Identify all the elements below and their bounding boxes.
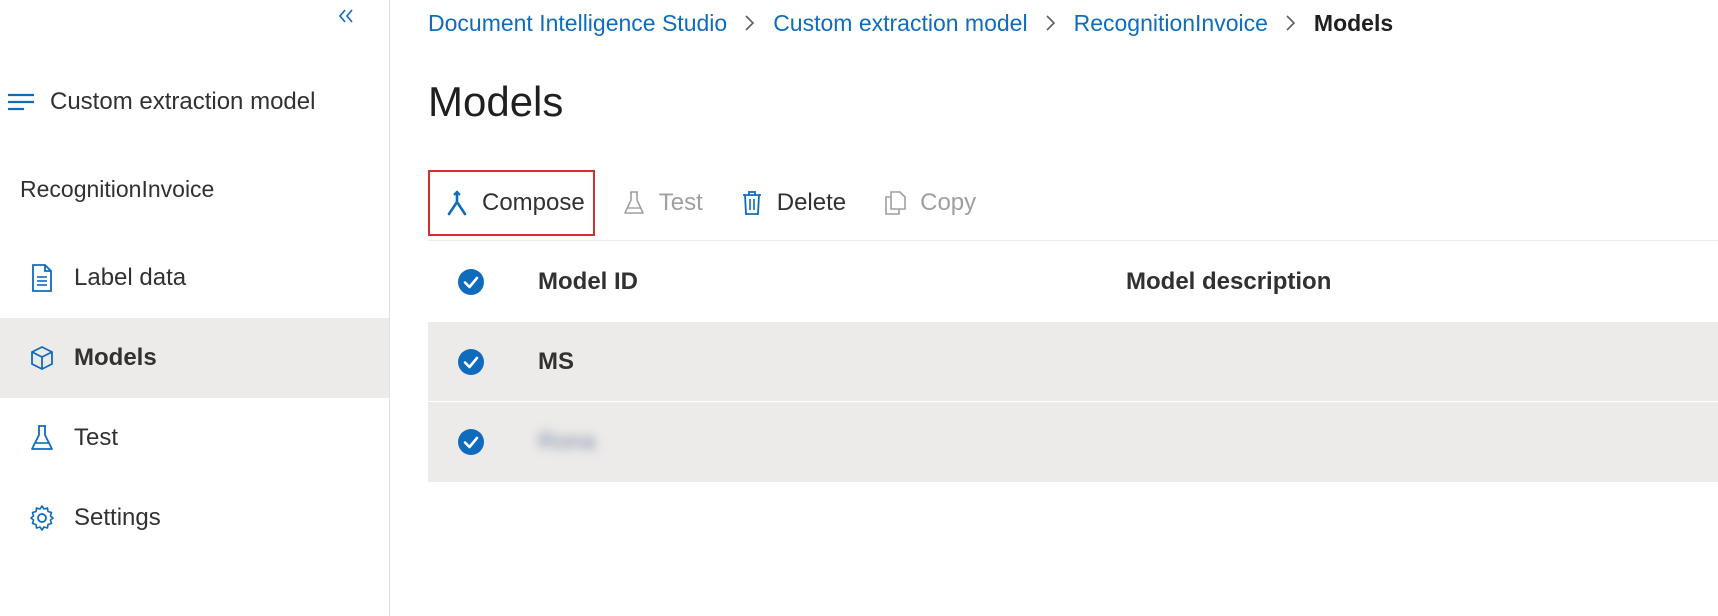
cell-model-id: MS (538, 348, 574, 375)
gear-icon (28, 504, 56, 532)
table-row[interactable]: Rona (428, 402, 1718, 482)
document-icon (28, 264, 56, 292)
double-chevron-left-icon (336, 7, 356, 30)
sidebar-item-settings[interactable]: Settings (0, 478, 389, 558)
nav-header-label: Custom extraction model (50, 88, 316, 115)
breadcrumb: Document Intelligence Studio Custom extr… (428, 5, 1393, 41)
command-bar: Compose Test Delete Copy (428, 170, 986, 236)
sidebar-item-label: Label data (74, 264, 187, 291)
select-all-checkbox[interactable] (456, 267, 486, 297)
compose-button[interactable]: Compose (428, 170, 595, 236)
chevron-right-icon (744, 13, 756, 33)
table-row[interactable]: MS (428, 322, 1718, 402)
flask-icon (28, 424, 56, 452)
project-name: RecognitionInvoice (20, 176, 215, 202)
sidebar-item-label: Settings (74, 504, 161, 531)
breadcrumb-link-custom-model[interactable]: Custom extraction model (773, 10, 1027, 37)
row-checkbox[interactable] (456, 347, 486, 377)
merge-icon (444, 189, 470, 217)
delete-label: Delete (776, 189, 847, 216)
sidebar-item-test[interactable]: Test (0, 398, 389, 478)
collapse-nav-button[interactable] (334, 6, 358, 30)
trash-icon (739, 189, 765, 217)
chevron-right-icon (1045, 13, 1057, 33)
delete-button[interactable]: Delete (727, 171, 856, 235)
page-title: Models (428, 78, 564, 125)
copy-button[interactable]: Copy (870, 171, 986, 235)
sidebar-item-label: Models (74, 344, 157, 371)
sidebar-item-models[interactable]: Models (0, 318, 389, 398)
column-header-model-id[interactable]: Model ID (538, 268, 638, 296)
cube-icon (28, 344, 56, 372)
breadcrumb-link-studio[interactable]: Document Intelligence Studio (428, 10, 727, 37)
hamburger-icon (4, 90, 38, 114)
sidebar-item-label: Test (74, 424, 119, 451)
test-button[interactable]: Test (609, 171, 713, 235)
copy-label: Copy (920, 189, 977, 216)
copy-icon (882, 189, 908, 217)
chevron-right-icon (1285, 13, 1297, 33)
breadcrumb-link-project[interactable]: RecognitionInvoice (1074, 10, 1268, 37)
column-header-model-description[interactable]: Model description (1126, 268, 1331, 296)
nav-header[interactable]: Custom extraction model (4, 82, 315, 122)
table-header-row: Model ID Model description (428, 242, 1718, 322)
breadcrumb-current: Models (1313, 9, 1394, 36)
sidebar-item-label-data[interactable]: Label data (0, 238, 389, 318)
cell-model-id: Rona (538, 428, 596, 455)
left-nav: Custom extraction model RecognitionInvoi… (0, 0, 390, 616)
divider (428, 240, 1718, 241)
row-checkbox[interactable] (456, 427, 486, 457)
test-label: Test (658, 189, 703, 216)
flask-icon (621, 189, 647, 217)
compose-label: Compose (482, 189, 585, 216)
